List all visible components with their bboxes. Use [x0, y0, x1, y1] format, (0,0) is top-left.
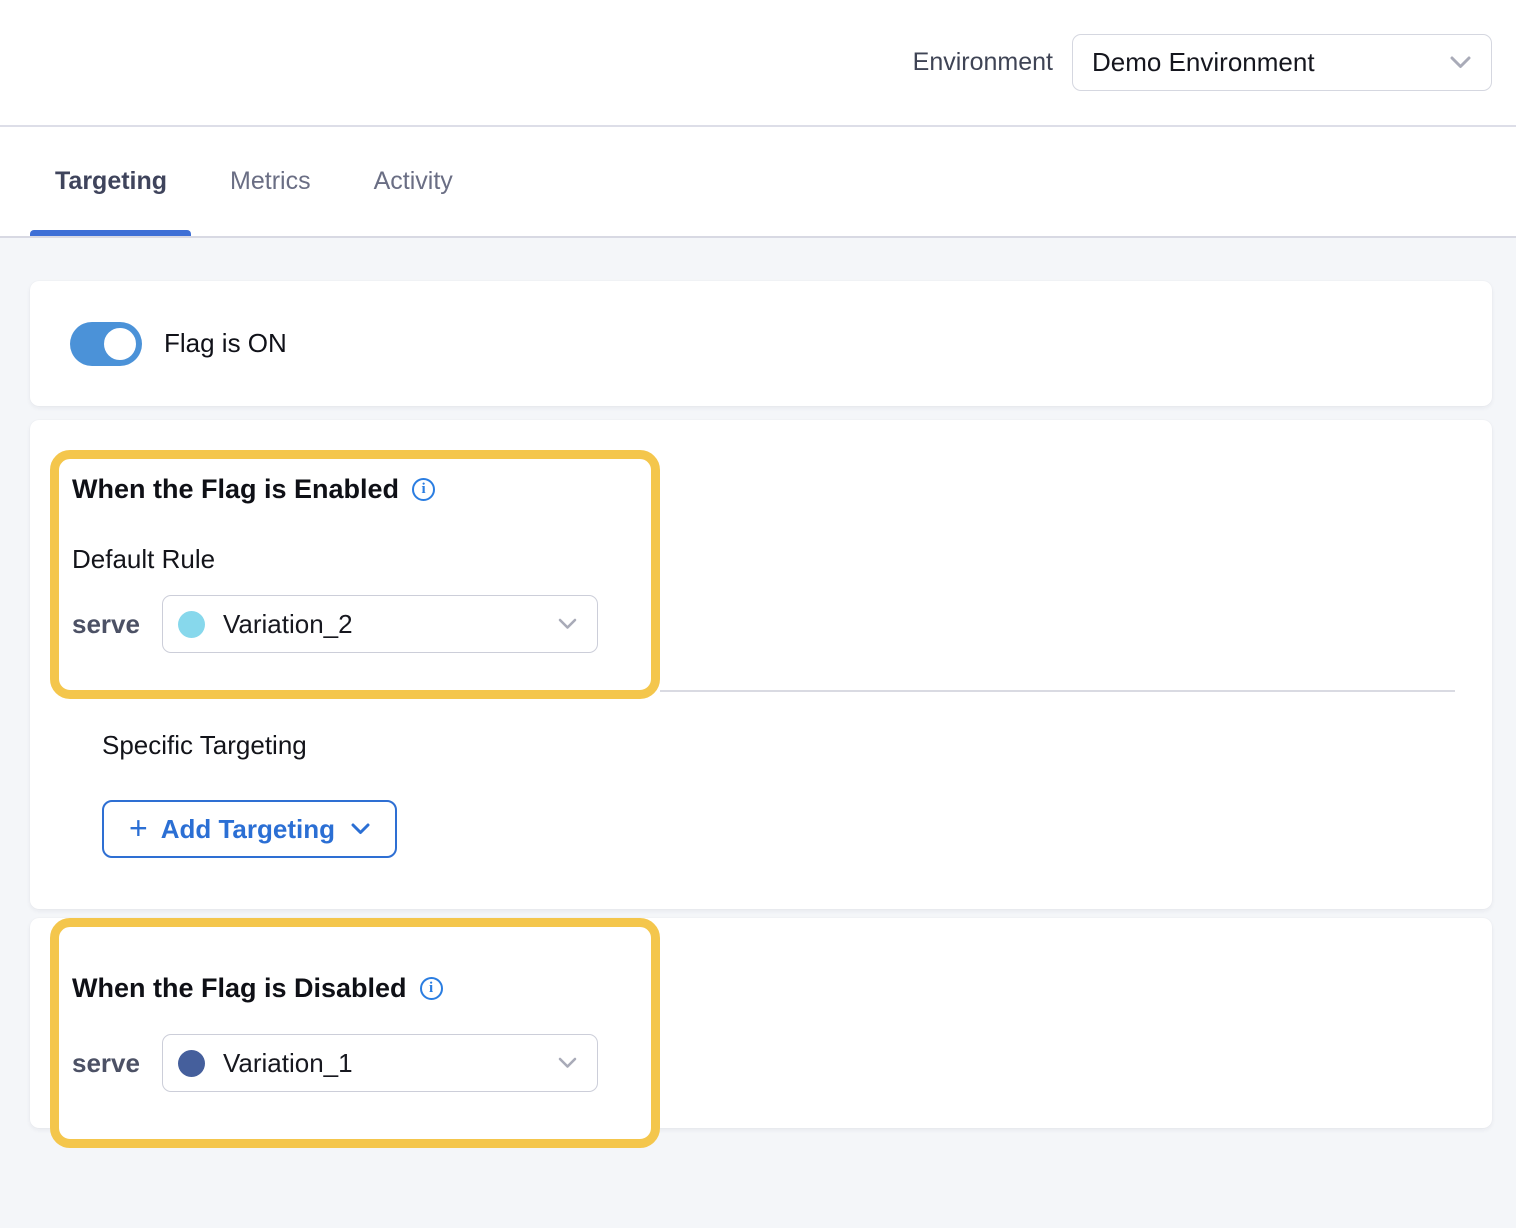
- disabled-highlight-box: When the Flag is Disabled i serve Variat…: [50, 918, 660, 1148]
- flag-toggle[interactable]: [70, 322, 142, 366]
- chevron-down-icon: [1450, 56, 1471, 69]
- specific-targeting-label: Specific Targeting: [102, 730, 1455, 760]
- variation-select-value: Variation_2: [223, 609, 558, 640]
- top-header: Environment Demo Environment: [0, 0, 1516, 127]
- info-icon[interactable]: i: [412, 478, 435, 501]
- variation-color-dot: [178, 1050, 205, 1077]
- flag-toggle-knob: [101, 325, 139, 363]
- add-targeting-button[interactable]: + Add Targeting: [102, 800, 397, 858]
- tabs-bar: Targeting Metrics Activity: [0, 127, 1516, 238]
- chevron-down-icon: [351, 823, 370, 835]
- add-targeting-button-label: Add Targeting: [161, 814, 335, 845]
- flag-state-card: Flag is ON: [30, 281, 1492, 406]
- variation-select-value: Variation_1: [223, 1048, 558, 1079]
- tab-targeting[interactable]: Targeting: [55, 127, 167, 236]
- rule-divider: [660, 690, 1455, 692]
- default-rule-label: Default Rule: [72, 544, 631, 574]
- info-icon[interactable]: i: [420, 977, 443, 1000]
- enabled-section-title: When the Flag is Enabled: [72, 473, 399, 505]
- enabled-highlight-box: When the Flag is Enabled i Default Rule …: [50, 450, 660, 699]
- flag-disabled-card: When the Flag is Disabled i serve Variat…: [30, 918, 1492, 1128]
- serve-label: serve: [72, 609, 162, 640]
- serve-label: serve: [72, 1048, 162, 1079]
- tab-activity[interactable]: Activity: [374, 127, 453, 236]
- environment-select[interactable]: Demo Environment: [1072, 34, 1492, 91]
- environment-label: Environment: [913, 48, 1053, 77]
- chevron-down-icon: [558, 1057, 577, 1069]
- variation-color-dot: [178, 611, 205, 638]
- plus-icon: +: [129, 812, 148, 844]
- environment-select-value: Demo Environment: [1092, 47, 1450, 78]
- chevron-down-icon: [558, 618, 577, 630]
- disabled-section-title: When the Flag is Disabled: [72, 972, 407, 1004]
- targeting-panel: Flag is ON When the Flag is Enabled i De…: [0, 238, 1516, 1228]
- tab-metrics[interactable]: Metrics: [230, 127, 311, 236]
- default-rule-variation-select[interactable]: Variation_2: [162, 595, 598, 653]
- disabled-variation-select[interactable]: Variation_1: [162, 1034, 598, 1092]
- flag-enabled-card: When the Flag is Enabled i Default Rule …: [30, 420, 1492, 909]
- flag-state-label: Flag is ON: [164, 328, 287, 359]
